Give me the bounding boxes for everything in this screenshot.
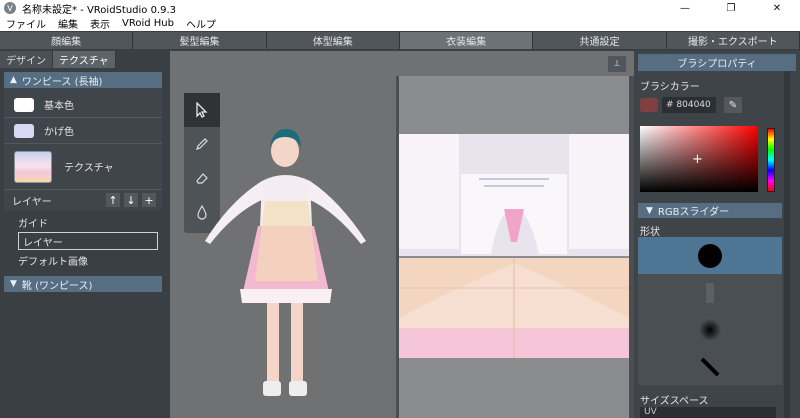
tab-outfit[interactable]: 衣装編集 — [399, 32, 534, 49]
texture-row[interactable]: テクスチャ — [4, 144, 162, 190]
layer-layer[interactable]: レイヤー — [18, 232, 158, 250]
menu-vroid-hub[interactable]: VRoid Hub — [116, 18, 180, 29]
layer-up-button[interactable]: ↑ — [106, 193, 120, 207]
subtab-texture[interactable]: テクスチャ — [53, 51, 116, 68]
chevron-down-icon: ▼ — [646, 205, 653, 216]
model-viewport[interactable] — [170, 51, 396, 418]
base-color-label: 基本色 — [44, 101, 74, 112]
layer-list: ガイド レイヤー デフォルト画像 — [4, 212, 162, 270]
window-controls: — ❐ ✕ — [662, 0, 800, 16]
uv-lower-section — [399, 258, 629, 358]
brush-shape-stroke[interactable] — [638, 348, 782, 385]
uv-upper-section — [399, 134, 629, 256]
layer-default-image[interactable]: デフォルト画像 — [4, 250, 162, 270]
layer-buttons: ↑ ↓ + — [106, 193, 156, 207]
brush-color-swatch[interactable] — [640, 98, 658, 112]
brush-properties-panel: ブラシプロパティ ブラシカラー # 804040 ✎ + ▼ RGBスライダー … — [634, 51, 800, 418]
layer-header-label: レイヤー — [12, 196, 52, 208]
title-bar: V 名称未設定* - VRoidStudio 0.9.3 — ❐ ✕ — [0, 0, 800, 16]
texture-label: テクスチャ — [64, 163, 114, 174]
eyedropper-icon[interactable]: ✎ — [724, 97, 742, 113]
uv-pattern-upper — [399, 134, 629, 256]
menu-bar: ファイル 編集 表示 VRoid Hub ヘルプ — [0, 16, 800, 31]
main-tabs: 顔編集 髪型編集 体型編集 衣装編集 共通設定 撮影・エクスポート — [0, 32, 800, 49]
size-space-select[interactable]: UV — [640, 407, 776, 418]
maximize-button[interactable]: ❐ — [708, 0, 754, 16]
shade-color-label: かげ色 — [44, 127, 74, 138]
brush-shape-round-hard[interactable] — [638, 237, 782, 274]
menu-file[interactable]: ファイル — [0, 16, 52, 31]
brush-properties-header: ブラシプロパティ — [638, 54, 796, 71]
subtab-design[interactable]: デザイン — [0, 51, 53, 68]
sub-tabs: デザイン テクスチャ — [0, 51, 166, 68]
hue-slider[interactable] — [767, 128, 775, 192]
window-title: 名称未設定* - VRoidStudio 0.9.3 — [22, 4, 177, 16]
rgb-slider-label: RGBスライダー — [657, 207, 730, 218]
tab-face[interactable]: 顔編集 — [0, 32, 134, 49]
brush-shape-list — [638, 237, 782, 385]
uv-texture-view[interactable] — [399, 76, 629, 418]
section-onepiece-label: ワンピース (長袖) — [21, 76, 103, 88]
layer-guide[interactable]: ガイド — [4, 212, 162, 232]
brush-color-hex-input[interactable]: # 804040 — [662, 97, 716, 113]
menu-help[interactable]: ヘルプ — [180, 16, 222, 31]
layer-add-button[interactable]: + — [142, 193, 156, 207]
shade-color-swatch[interactable] — [14, 123, 34, 138]
view-toolbar: ⟂ — [396, 51, 634, 76]
shape-label: 形状 — [640, 227, 660, 238]
layer-down-button[interactable]: ↓ — [124, 193, 138, 207]
base-color-swatch[interactable] — [14, 97, 34, 112]
left-panel: デザイン テクスチャ ▲ ワンピース (長袖) 基本色 かげ色 テクスチャ レイ… — [0, 51, 166, 418]
app-icon: V — [4, 2, 16, 14]
mirror-icon[interactable]: ⟂ — [608, 56, 626, 72]
section-shoes-label: 靴 (ワンピース) — [21, 280, 93, 292]
menu-edit[interactable]: 編集 — [52, 16, 84, 31]
tab-export[interactable]: 撮影・エクスポート — [666, 32, 800, 49]
chevron-down-icon: ▼ — [10, 279, 17, 289]
shade-color-row[interactable]: かげ色 — [4, 118, 162, 144]
brush-color-label: ブラシカラー — [640, 82, 700, 93]
brush-color-row: # 804040 ✎ — [634, 95, 800, 115]
color-group: 基本色 かげ色 テクスチャ レイヤー ↑ ↓ + — [4, 88, 162, 210]
right-panel-scrollbar[interactable] — [784, 71, 790, 418]
color-saturation-value-picker[interactable]: + — [640, 126, 758, 192]
rgb-slider-section[interactable]: ▼ RGBスライダー — [638, 203, 782, 218]
section-onepiece[interactable]: ▲ ワンピース (長袖) — [4, 72, 162, 88]
section-shoes[interactable]: ▼ 靴 (ワンピース) — [4, 276, 162, 292]
minimize-button[interactable]: — — [662, 0, 708, 16]
close-button[interactable]: ✕ — [754, 0, 800, 16]
menu-view[interactable]: 表示 — [84, 16, 116, 31]
uv-pattern-lower — [399, 258, 629, 358]
character-model — [205, 129, 366, 396]
base-color-row[interactable]: 基本色 — [4, 92, 162, 118]
tab-hair[interactable]: 髪型編集 — [133, 32, 267, 49]
color-picker-cursor: + — [692, 152, 703, 167]
tab-settings[interactable]: 共通設定 — [533, 32, 667, 49]
texture-thumbnail[interactable] — [14, 150, 52, 183]
chevron-up-icon: ▲ — [10, 75, 17, 85]
brush-shape-soft[interactable] — [638, 311, 782, 348]
brush-shape-pencil[interactable] — [638, 274, 782, 311]
size-space-label: サイズスペース — [640, 396, 709, 407]
layer-header: レイヤー ↑ ↓ + — [4, 190, 162, 210]
tab-body[interactable]: 体型編集 — [266, 32, 400, 49]
